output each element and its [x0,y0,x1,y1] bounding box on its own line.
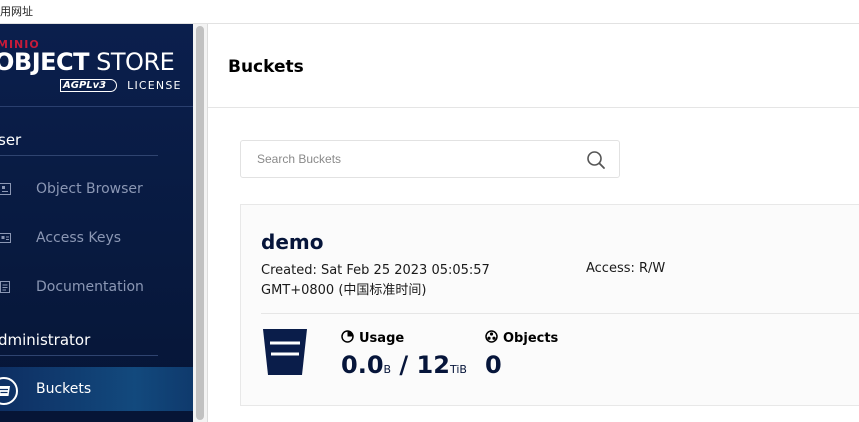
objects-icon [485,330,498,347]
usage-label-text: Usage [359,331,405,346]
usage-pie-icon [341,330,354,347]
bucket-access: Access: R/W [586,261,666,276]
search-box[interactable] [240,140,620,178]
browser-top-text: 用网址 [0,5,33,18]
nav-section-rule [0,155,158,156]
brand-divider [0,106,193,107]
bucket-icon [261,327,309,377]
search-input[interactable] [241,141,581,177]
brand-main-light: STORE [96,48,175,76]
sidebar: MINIO OBJECT STORE AGPLv3 LICENSE ser Ob… [0,24,193,422]
objects-value: 0 [485,351,502,379]
documentation-icon [0,280,12,294]
bucket-name[interactable]: demo [261,230,323,254]
sidebar-item-label: Object Browser [36,181,143,197]
brand-main-bold: OBJECT [0,48,90,76]
usage-used: 0.0 [341,351,384,379]
browser-top-bar: 用网址 [0,0,859,24]
sidebar-item-object-browser[interactable]: Object Browser [0,167,193,211]
sidebar-scrollbar[interactable] [193,24,208,422]
bucket-nav-icon [0,377,18,405]
nav-section-rule [0,355,158,356]
usage-separator: / [399,351,409,379]
sidebar-item-access-keys[interactable]: Access Keys [0,216,193,260]
nav-section-admin: dministrator [0,331,91,349]
objects-label: Objects [485,330,558,347]
access-keys-icon [0,231,12,245]
page-header: Buckets [208,24,859,108]
agpl-badge: AGPLv3 [60,78,118,92]
brand-license-row: AGPLv3 LICENSE [60,78,182,92]
object-browser-icon [0,182,12,196]
nav-section-user: ser [0,131,22,149]
card-divider [261,313,859,314]
usage-label: Usage [341,330,404,347]
usage-value: 0.0B / 12TiB [341,351,467,379]
license-label: LICENSE [127,78,182,92]
usage-total-unit: TiB [449,363,467,376]
sidebar-item-label: Access Keys [36,230,122,246]
sidebar-item-documentation[interactable]: Documentation [0,265,193,309]
bucket-card[interactable]: demo Created: Sat Feb 25 2023 05:05:57 G… [240,204,859,406]
sidebar-item-label: Documentation [36,279,144,295]
sidebar-item-buckets[interactable]: Buckets [0,367,193,411]
usage-total: 12 [416,351,450,379]
search-icon[interactable] [586,150,606,170]
objects-label-text: Objects [503,331,559,346]
usage-used-unit: B [383,363,392,376]
sidebar-item-label: Buckets [36,381,92,397]
page-title: Buckets [228,57,304,77]
bucket-created-date: Created: Sat Feb 25 2023 05:05:57 GMT+08… [261,263,490,298]
sidebar-scrollbar-thumb[interactable] [196,26,204,420]
brand-logo-main: OBJECT STORE [0,48,175,76]
